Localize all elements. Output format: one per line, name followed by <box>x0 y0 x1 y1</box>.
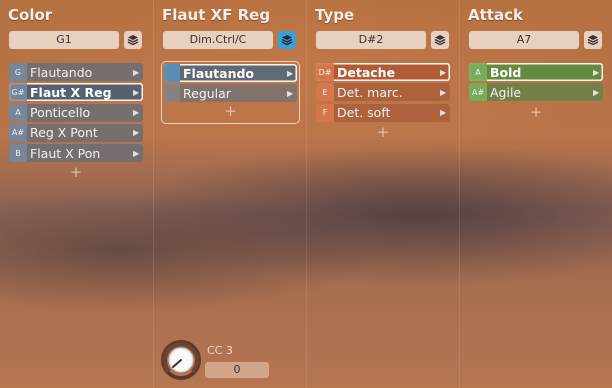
column-title: Flaut XF Reg <box>162 6 271 24</box>
column-title: Color <box>8 6 53 24</box>
add-item-button[interactable]: + <box>164 103 297 119</box>
list-item[interactable]: G# Flaut X Reg ▶ <box>9 83 143 102</box>
key-label <box>164 64 180 82</box>
keyswitch-selector[interactable]: G1 <box>9 31 119 49</box>
knob-icon <box>161 340 201 380</box>
key-label: A <box>9 103 27 122</box>
articulation-list: A Bold ▶ A# Agile ▶ + <box>469 63 603 120</box>
chevron-right-icon: ▶ <box>440 87 447 97</box>
add-item-button[interactable]: + <box>469 104 603 120</box>
key-label <box>164 84 180 103</box>
chevron-right-icon: ▶ <box>440 67 447 77</box>
chevron-right-icon: ▶ <box>593 87 600 97</box>
list-item[interactable]: A Ponticello ▶ <box>9 103 143 122</box>
chevron-right-icon: ▶ <box>133 67 140 77</box>
flaut-xf-reg-column: Flaut XF Reg Dim.Ctrl/C Flautando ▶ Regu… <box>153 0 306 388</box>
articulation-list: Flautando ▶ Regular ▶ + <box>161 61 300 124</box>
key-label: A# <box>9 123 27 142</box>
layers-icon <box>587 35 599 46</box>
item-label: Agile <box>490 84 522 100</box>
chevron-right-icon: ▶ <box>133 148 140 158</box>
key-label: G <box>9 63 27 81</box>
layers-button[interactable] <box>584 31 602 49</box>
layers-icon <box>281 35 293 46</box>
cc-label: CC 3 <box>207 344 233 357</box>
column-title: Type <box>315 6 355 24</box>
layers-button[interactable] <box>278 31 296 49</box>
list-item[interactable]: A Bold ▶ <box>469 63 603 81</box>
key-label: B <box>9 144 27 163</box>
item-label: Bold <box>490 64 522 80</box>
chevron-right-icon: ▶ <box>287 88 294 98</box>
keyswitch-selector[interactable]: D#2 <box>316 31 426 49</box>
item-label: Det. soft <box>337 105 391 121</box>
articulation-list: D# Detache ▶ E Det. marc. ▶ F Det. soft … <box>316 63 450 140</box>
chevron-right-icon: ▶ <box>287 68 294 78</box>
layers-button[interactable] <box>431 31 449 49</box>
key-label: G# <box>9 83 27 102</box>
list-item[interactable]: Regular ▶ <box>164 84 297 103</box>
chevron-right-icon: ▶ <box>133 108 140 118</box>
item-label: Ponticello <box>30 105 91 121</box>
key-label: D# <box>316 63 334 81</box>
layers-icon <box>127 35 139 46</box>
list-item[interactable]: Flautando ▶ <box>164 64 297 82</box>
key-label: A <box>469 63 487 81</box>
layers-icon <box>434 35 446 46</box>
cc-value-field[interactable]: 0 <box>205 362 269 378</box>
item-label: Det. marc. <box>337 84 403 100</box>
keyswitch-selector[interactable]: A7 <box>469 31 579 49</box>
chevron-right-icon: ▶ <box>593 67 600 77</box>
add-item-button[interactable]: + <box>9 164 143 180</box>
list-item[interactable]: A# Agile ▶ <box>469 83 603 102</box>
controller-selector[interactable]: Dim.Ctrl/C <box>163 31 273 49</box>
cc-knob[interactable] <box>161 340 201 380</box>
item-label: Detache <box>337 64 396 80</box>
list-item[interactable]: B Flaut X Pon ▶ <box>9 144 143 163</box>
list-item[interactable]: F Det. soft ▶ <box>316 103 450 122</box>
item-label: Flautando <box>30 64 93 80</box>
item-label: Regular <box>183 85 231 101</box>
item-label: Flaut X Reg <box>30 84 112 100</box>
item-label: Reg X Pont <box>30 125 98 141</box>
item-label: Flautando <box>183 65 255 81</box>
item-label: Flaut X Pon <box>30 145 101 161</box>
type-column: Type D#2 D# Detache ▶ E Det. marc. ▶ F D… <box>306 0 459 388</box>
articulation-list: G Flautando ▶ G# Flaut X Reg ▶ A Pontice… <box>9 63 143 180</box>
key-label: A# <box>469 83 487 102</box>
list-item[interactable]: G Flautando ▶ <box>9 63 143 81</box>
list-item[interactable]: A# Reg X Pont ▶ <box>9 123 143 142</box>
key-label: F <box>316 103 334 122</box>
list-item[interactable]: D# Detache ▶ <box>316 63 450 81</box>
chevron-right-icon: ▶ <box>133 87 140 97</box>
attack-column: Attack A7 A Bold ▶ A# Agile ▶ + <box>459 0 612 388</box>
layers-button[interactable] <box>124 31 142 49</box>
chevron-right-icon: ▶ <box>440 108 447 118</box>
color-column: Color G1 G Flautando ▶ G# Flaut X Reg ▶ … <box>0 0 153 388</box>
list-item[interactable]: E Det. marc. ▶ <box>316 83 450 102</box>
column-title: Attack <box>468 6 523 24</box>
add-item-button[interactable]: + <box>316 124 450 140</box>
chevron-right-icon: ▶ <box>133 128 140 138</box>
key-label: E <box>316 83 334 102</box>
